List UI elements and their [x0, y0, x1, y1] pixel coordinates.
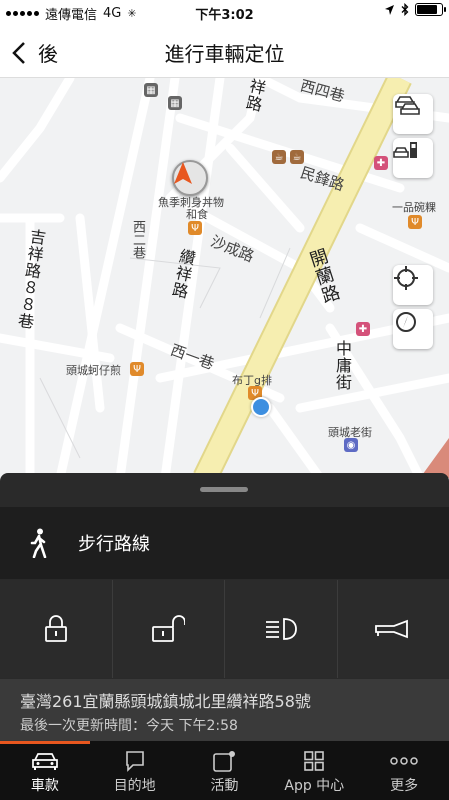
- walk-route-row[interactable]: 步行路線: [0, 507, 449, 579]
- crosshair-icon: [394, 266, 418, 290]
- poi-label-pudding: 布丁g排: [232, 374, 272, 387]
- status-bar: 遠傳電信 4G ✳ 下午3:02: [0, 0, 449, 24]
- tab-label: 目的地: [113, 778, 156, 794]
- road-label-zhongyong: 中庸街: [333, 340, 352, 391]
- location-arrow-icon: [385, 4, 394, 15]
- photo-icon[interactable]: ◉: [344, 438, 358, 452]
- restaurant-icon[interactable]: Ψ: [130, 362, 144, 376]
- pharmacy-icon[interactable]: ✚: [356, 322, 370, 336]
- status-time: 下午3:02: [195, 8, 254, 23]
- unlock-button[interactable]: [113, 580, 225, 678]
- tab-activity[interactable]: 活動: [180, 741, 270, 800]
- unlock-icon: [152, 615, 186, 642]
- restaurant-icon[interactable]: Ψ: [188, 221, 202, 235]
- remote-controls: [0, 580, 449, 678]
- horn-icon: [375, 619, 409, 639]
- headlight-icon: [265, 618, 297, 640]
- poi-label-japanese-food: 和食: [186, 208, 208, 221]
- restaurant-icon[interactable]: Ψ: [408, 215, 422, 229]
- chat-icon: [125, 751, 144, 772]
- locate-me-button[interactable]: [393, 265, 433, 305]
- compass-button[interactable]: [393, 309, 433, 349]
- lock-icon: [44, 615, 67, 642]
- bus-icon[interactable]: ▦: [168, 96, 182, 110]
- walking-person-icon: [30, 528, 47, 558]
- grid-icon: [304, 751, 325, 771]
- bottom-sheet: 步行路線 臺灣261宜蘭縣頭城鎮城北里纘祥路58號 最後一次更新時間：今天 下午…: [0, 473, 449, 741]
- tab-destination[interactable]: 目的地: [90, 741, 180, 800]
- fuel-station-icon: [393, 142, 417, 158]
- map-roads: [0, 78, 449, 478]
- tab-label: 活動: [210, 778, 239, 794]
- tab-vehicle[interactable]: 車款: [0, 741, 90, 800]
- user-location-dot: [251, 397, 271, 417]
- cars-icon: [395, 96, 420, 115]
- active-tab-indicator: [0, 741, 90, 744]
- poi-label-old-street: 頭城老街: [328, 426, 372, 439]
- map-view[interactable]: 西四巷 民鋒路 沙成路 開蘭路 纘祥路 吉祥路８８巷 西一巷 西二巷 中庸街 祥…: [0, 78, 449, 478]
- cafe-icon[interactable]: ☕: [290, 150, 304, 164]
- car-icon: [32, 753, 58, 770]
- car-to-gas-button[interactable]: [393, 138, 433, 178]
- cafe-icon[interactable]: ☕: [272, 150, 286, 164]
- tab-bar: 車款 目的地 活動 App 中心 更多: [0, 741, 449, 800]
- bus-icon[interactable]: ▦: [144, 83, 158, 97]
- last-update-time: 最後一次更新時間：今天 下午2:58: [20, 718, 238, 734]
- tab-label: 車款: [30, 778, 59, 794]
- car-location-marker[interactable]: [172, 160, 208, 196]
- tab-label: App 中心: [284, 778, 345, 794]
- headlights-button[interactable]: [225, 580, 338, 678]
- horn-button[interactable]: [338, 580, 449, 678]
- walk-route-label: 步行路線: [78, 534, 150, 555]
- navigation-arrow-icon: [174, 162, 192, 184]
- status-right: [384, 3, 446, 16]
- tab-more[interactable]: 更多: [359, 741, 449, 800]
- nav-bar: 後 進行車輛定位: [0, 24, 449, 78]
- compass-icon: [396, 312, 416, 332]
- tab-label: 更多: [390, 778, 419, 794]
- bluetooth-icon: [401, 3, 409, 16]
- vehicle-address: 臺灣261宜蘭縣頭城鎮城北里纘祥路58號: [20, 692, 311, 711]
- battery-icon: [415, 3, 446, 16]
- road-label-west-2-lane: 西二巷: [130, 220, 145, 259]
- pharmacy-icon[interactable]: ✚: [374, 156, 388, 170]
- page-title: 進行車輛定位: [164, 42, 285, 66]
- activity-icon: [213, 751, 236, 772]
- vehicle-address-panel: 臺灣261宜蘭縣頭城鎮城北里纘祥路58號 最後一次更新時間：今天 下午2:58: [0, 679, 449, 741]
- poi-label-bowl-rice-cake: 一品碗粿: [392, 201, 436, 214]
- poi-label-oyster-omelet: 頭城蚵仔煎: [66, 364, 121, 377]
- car-to-car-button[interactable]: [393, 94, 433, 134]
- tab-app-center[interactable]: App 中心: [269, 741, 359, 800]
- more-icon: [390, 757, 418, 765]
- lock-button[interactable]: [0, 580, 113, 678]
- sheet-drag-handle[interactable]: [200, 487, 248, 492]
